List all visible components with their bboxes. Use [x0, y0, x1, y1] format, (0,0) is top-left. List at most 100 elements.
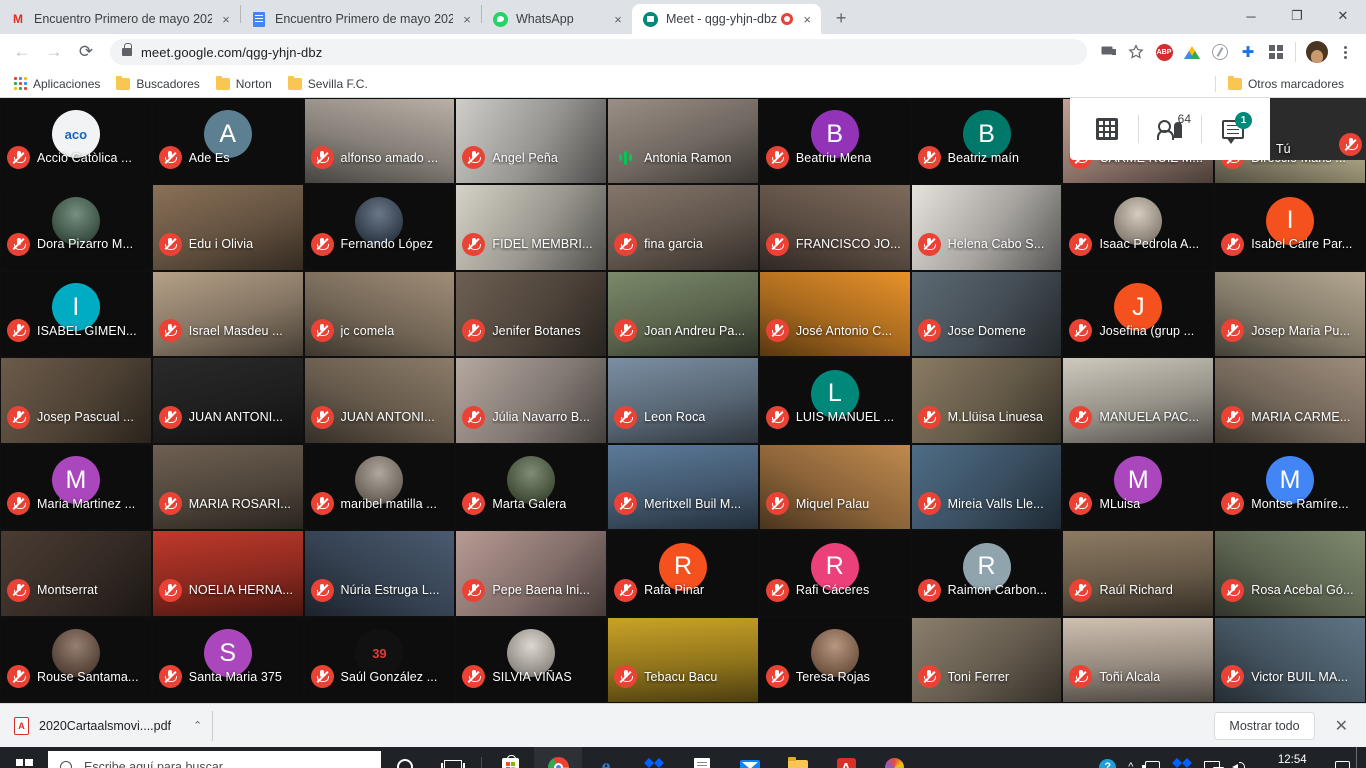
self-view-tile[interactable]: Tú	[1270, 98, 1366, 160]
participant-tile[interactable]: B Beatriz maín	[911, 99, 1062, 184]
tab-close-button[interactable]: ×	[610, 11, 626, 27]
participant-tile[interactable]: MARIA CARME...	[1215, 358, 1365, 443]
window-minimize-button[interactable]: ─	[1228, 0, 1274, 32]
participant-tile[interactable]: R Rafa Pinar	[608, 531, 758, 616]
browser-tab-3-active[interactable]: Meet - qgg-yhjn-dbz ×	[632, 4, 822, 34]
participant-tile[interactable]: 39 Saúl González ...	[304, 617, 455, 702]
new-tab-button[interactable]: +	[827, 4, 855, 32]
participant-tile[interactable]: Montserrat	[1, 531, 151, 616]
participant-tile[interactable]: FIDEL MEMBRI...	[456, 185, 607, 270]
browser-tab-0[interactable]: M Encuentro Primero de mayo 2020 ×	[0, 4, 240, 34]
participant-tile[interactable]: S Santa Maria 375	[152, 617, 303, 702]
network-tray-icon[interactable]	[1198, 747, 1226, 768]
participant-tile[interactable]: Raúl Richard	[1063, 531, 1214, 616]
participant-tile[interactable]: I Isabel Caire Par...	[1215, 185, 1365, 270]
participant-tile[interactable]: M.Llüisa Linuesa	[911, 358, 1062, 443]
download-item[interactable]: 2020Cartaalsmovi....pdf ⌃	[14, 710, 214, 741]
participant-tile[interactable]: Pepe Baena Ini...	[456, 531, 607, 616]
cortana-icon[interactable]	[381, 747, 429, 768]
participant-tile[interactable]: Josep Maria Pu...	[1215, 271, 1365, 357]
google-drive-icon[interactable]	[1179, 39, 1205, 65]
participant-tile[interactable]: JUAN ANTONI...	[152, 358, 303, 443]
participant-tile[interactable]: Dora Pizarro M...	[1, 185, 151, 270]
paint-3d-icon[interactable]	[870, 747, 918, 768]
participant-tile[interactable]: Marta Galera	[456, 444, 607, 530]
chat-panel-button[interactable]: 1	[1202, 98, 1264, 160]
participant-tile[interactable]: M Montse Ramíre...	[1215, 444, 1365, 530]
participant-tile[interactable]: R Raimon Carbon...	[911, 531, 1062, 616]
participant-tile[interactable]: Angel Peña	[456, 99, 607, 184]
people-panel-button[interactable]: 64	[1139, 98, 1201, 160]
participant-tile[interactable]: Antonia Ramon	[608, 99, 758, 184]
show-all-downloads-button[interactable]: Mostrar todo	[1214, 711, 1315, 740]
participant-tile[interactable]: A Ade Es	[152, 99, 303, 184]
participant-tile[interactable]: alfonso amado ...	[304, 99, 455, 184]
participant-tile[interactable]: Israel Masdeu ...	[152, 271, 303, 357]
bookmark-item-norton[interactable]: Norton	[212, 74, 280, 94]
participant-tile[interactable]: Fernando López	[304, 185, 455, 270]
show-desktop-button[interactable]	[1356, 747, 1362, 768]
participant-tile[interactable]: Meritxell Buil M...	[608, 444, 758, 530]
participant-tile[interactable]: B Beatriu Mena	[759, 99, 910, 184]
participant-tile[interactable]: Edu i Olivia	[152, 185, 303, 270]
extension-circle-icon[interactable]	[1207, 39, 1233, 65]
participant-tile[interactable]: M MLuisa	[1063, 444, 1214, 530]
browser-tab-2[interactable]: WhatsApp ×	[482, 4, 632, 34]
chrome-menu-button[interactable]	[1332, 39, 1358, 65]
participant-tile[interactable]: FRANCISCO JO...	[759, 185, 910, 270]
action-center-icon[interactable]	[1329, 747, 1356, 768]
participant-tile[interactable]: NOELIA HERNA...	[152, 531, 303, 616]
participant-tile[interactable]: M Maria Martinez ...	[1, 444, 151, 530]
microsoft-edge-icon[interactable]: e	[582, 747, 630, 768]
participant-tile[interactable]: Victor BUIL MA...	[1215, 617, 1365, 702]
participant-tile[interactable]: maribel matilla ...	[304, 444, 455, 530]
bookmark-star-icon[interactable]	[1123, 39, 1149, 65]
participant-tile[interactable]: Júlia Navarro B...	[456, 358, 607, 443]
participant-tile[interactable]: Josep Pascual ...	[1, 358, 151, 443]
participant-tile[interactable]: I ISABEL GIMEN...	[1, 271, 151, 357]
participant-tile[interactable]: Toñi Alcala	[1063, 617, 1214, 702]
pen-tray-icon[interactable]	[1139, 747, 1166, 768]
participant-tile[interactable]: fina garcia	[608, 185, 758, 270]
feather-icon[interactable]: ✚	[1235, 39, 1261, 65]
tab-close-button[interactable]: ×	[459, 11, 475, 27]
window-close-button[interactable]: ✕	[1320, 0, 1366, 32]
bookmark-item-sevilla-fc[interactable]: Sevilla F.C.	[284, 74, 376, 94]
participant-tile[interactable]: Teresa Rojas	[759, 617, 910, 702]
browser-tab-1[interactable]: Encuentro Primero de mayo 2020 ×	[241, 4, 481, 34]
tab-close-button[interactable]: ×	[218, 11, 234, 27]
bookmark-item-buscadores[interactable]: Buscadores	[112, 74, 207, 94]
participant-tile[interactable]: Mireia Valls Lle...	[911, 444, 1062, 530]
participant-tile[interactable]: Miquel Palau	[759, 444, 910, 530]
participant-tile[interactable]: MARIA ROSARI...	[152, 444, 303, 530]
participant-tile[interactable]: Helena Cabo S...	[911, 185, 1062, 270]
dropbox-icon[interactable]	[630, 747, 678, 768]
reload-button[interactable]: ⟳	[72, 38, 100, 66]
microsoft-store-icon[interactable]	[486, 747, 534, 768]
window-maximize-button[interactable]: ❐	[1274, 0, 1320, 32]
notepad-icon[interactable]	[678, 747, 726, 768]
cast-icon[interactable]	[1095, 39, 1121, 65]
mail-icon[interactable]	[726, 747, 774, 768]
layout-grid-button[interactable]	[1076, 98, 1138, 160]
participant-tile[interactable]: MANUELA PAC...	[1063, 358, 1214, 443]
task-view-icon[interactable]	[429, 747, 477, 768]
grid-extension-icon[interactable]	[1263, 39, 1289, 65]
dropbox-tray-icon[interactable]	[1166, 747, 1198, 768]
participant-tile[interactable]: Rouse Santama...	[1, 617, 151, 702]
bookmark-other-bookmarks[interactable]: Otros marcadores	[1224, 74, 1352, 94]
chevron-up-icon[interactable]: ⌃	[193, 719, 202, 732]
participant-tile[interactable]: Isaac Pedrola A...	[1063, 185, 1214, 270]
participant-tile[interactable]: J Josefina (grup ...	[1063, 271, 1214, 357]
participant-tile[interactable]: Rosa Acebal Gó...	[1215, 531, 1365, 616]
participant-tile[interactable]: Núria Estruga L...	[304, 531, 455, 616]
participant-tile[interactable]: Jose Domene	[911, 271, 1062, 357]
participant-tile[interactable]: JUAN ANTONI...	[304, 358, 455, 443]
participant-tile[interactable]: SILVIA VIÑAS	[456, 617, 607, 702]
bookmark-apps[interactable]: Aplicaciones	[10, 74, 108, 94]
show-hidden-icons-button[interactable]: ^	[1122, 747, 1139, 768]
participant-tile[interactable]: jc comela	[304, 271, 455, 357]
participant-tile[interactable]: R Rafi Cáceres	[759, 531, 910, 616]
help-tray-icon[interactable]	[1093, 747, 1122, 768]
profile-avatar[interactable]	[1304, 39, 1330, 65]
